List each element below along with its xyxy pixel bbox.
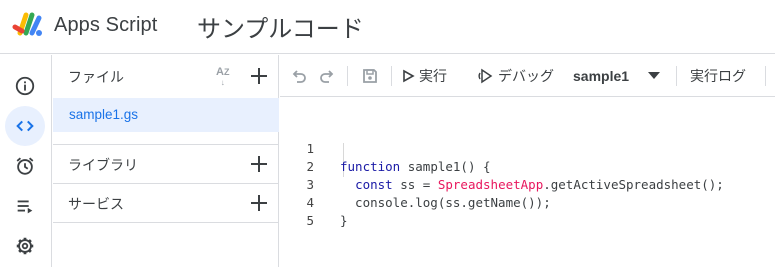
- code-editor[interactable]: 1 function sample1() { 2 const ss = Spre…: [280, 98, 775, 267]
- function-select[interactable]: sample1: [573, 55, 668, 97]
- toolbar-separator: [765, 66, 766, 86]
- code-icon: [16, 120, 34, 132]
- line-number: 5: [306, 213, 314, 228]
- function-select-value: sample1: [573, 68, 630, 84]
- code-line: 4 }: [280, 176, 347, 228]
- settings-button[interactable]: [5, 226, 45, 266]
- save-icon: [363, 69, 377, 83]
- files-section-label: ファイル: [68, 70, 124, 86]
- code-line: 1 function sample1() {: [280, 122, 490, 174]
- toolbar-separator: [676, 66, 677, 86]
- apps-script-logo-icon[interactable]: [12, 11, 46, 39]
- add-library-icon[interactable]: [250, 155, 268, 173]
- file-item-sample1[interactable]: sample1.gs: [53, 98, 279, 132]
- code-line: 5: [280, 194, 314, 228]
- divider: [53, 183, 279, 184]
- redo-button[interactable]: [318, 55, 336, 97]
- execution-log-label: 実行ログ: [690, 69, 746, 85]
- libraries-section-label: ライブラリ: [68, 158, 138, 174]
- triggers-button[interactable]: [5, 146, 45, 186]
- undo-icon: [292, 70, 306, 83]
- info-icon: [15, 76, 35, 96]
- divider: [53, 144, 279, 145]
- app-header: Apps Script サンプルコード: [0, 0, 775, 54]
- left-nav-rail: [0, 55, 52, 267]
- play-icon: [403, 69, 415, 83]
- run-button[interactable]: 実行: [401, 55, 447, 97]
- add-service-icon[interactable]: [250, 194, 268, 212]
- debug-label: デバッグ: [498, 69, 554, 85]
- services-section-label: サービス: [68, 197, 124, 213]
- undo-button[interactable]: [290, 55, 308, 97]
- code-line: 3 console.log(ss.getName());: [280, 158, 550, 210]
- editor-button[interactable]: [5, 106, 45, 146]
- save-button[interactable]: [361, 55, 379, 97]
- divider: [53, 222, 279, 223]
- code-text: const ss = SpreadsheetApp.getActiveSprea…: [355, 177, 724, 192]
- app-name: Apps Script: [54, 14, 158, 36]
- code-line: 2 const ss = SpreadsheetApp.getActiveSpr…: [280, 140, 723, 192]
- editor-toolbar: 実行 デバッグ sample1 実行ログ: [280, 55, 775, 97]
- project-title[interactable]: サンプルコード: [197, 9, 364, 44]
- debug-icon: [478, 68, 493, 84]
- executions-list-icon: [17, 200, 33, 214]
- execution-log-button[interactable]: 実行ログ: [690, 55, 746, 97]
- toolbar-separator: [347, 66, 348, 86]
- gear-icon: [16, 237, 34, 255]
- files-panel: ファイル AZ ↓ sample1.gs ライブラリ サービス: [53, 55, 279, 267]
- add-file-icon[interactable]: [250, 67, 268, 85]
- code-text: console.log(ss.getName());: [340, 195, 551, 210]
- code-text: function sample1() {: [340, 159, 491, 174]
- run-label: 実行: [419, 69, 447, 85]
- alarm-clock-icon: [16, 157, 34, 175]
- chevron-down-icon: [648, 72, 660, 79]
- redo-icon: [320, 70, 334, 83]
- executions-button[interactable]: [5, 186, 45, 226]
- code-text: }: [340, 213, 348, 228]
- sort-az-icon[interactable]: AZ ↓: [216, 67, 229, 88]
- toolbar-separator: [391, 66, 392, 86]
- debug-button[interactable]: デバッグ: [478, 55, 554, 97]
- file-item-label: sample1.gs: [69, 107, 139, 122]
- overview-button[interactable]: [5, 66, 45, 106]
